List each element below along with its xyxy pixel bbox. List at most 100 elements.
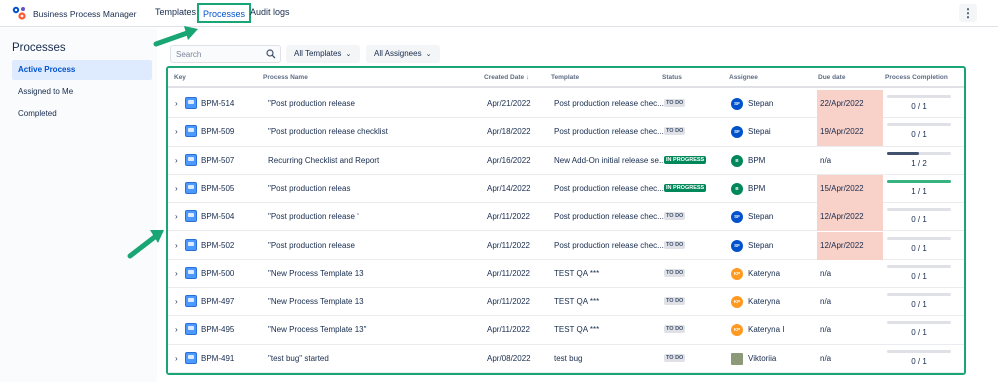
assignee-name: Stepai (748, 127, 771, 137)
status-badge: TO DO (664, 240, 686, 249)
process-name[interactable]: "Post production release (268, 241, 355, 250)
process-key[interactable]: BPM-500 (201, 269, 234, 278)
expand-chevron-icon[interactable]: › (175, 241, 178, 250)
process-type-icon (185, 266, 197, 279)
due-date: 12/Apr/2022 (820, 240, 864, 250)
expand-chevron-icon[interactable]: › (175, 99, 178, 108)
progress-text: 0 / 1 (911, 300, 927, 310)
due-date: n/a (820, 297, 832, 307)
assignee-name: BPM (748, 155, 766, 165)
process-type-icon (185, 210, 197, 223)
expand-chevron-icon[interactable]: › (175, 184, 178, 193)
progress-bar (887, 293, 951, 297)
process-key[interactable]: BPM-497 (201, 297, 234, 306)
expand-chevron-icon[interactable]: › (175, 354, 178, 363)
process-key[interactable]: BPM-502 (201, 241, 234, 250)
sidebar-item-assigned-to-me[interactable]: Assigned to Me (12, 82, 152, 102)
process-key[interactable]: BPM-504 (201, 212, 234, 221)
expand-chevron-icon[interactable]: › (175, 269, 178, 278)
header-status[interactable]: Status (662, 74, 682, 81)
search-icon[interactable] (266, 49, 276, 59)
table-row[interactable]: › BPM-514 "Post production release Apr/21/2… (168, 90, 964, 119)
header-key[interactable]: Key (174, 74, 186, 81)
header-process-completion[interactable]: Process Completion (885, 74, 948, 81)
due-date: n/a (820, 155, 832, 165)
process-key[interactable]: BPM-509 (201, 127, 234, 136)
created-date: Apr/11/2022 (487, 297, 530, 307)
expand-chevron-icon[interactable]: › (175, 156, 178, 165)
search-input[interactable] (171, 46, 263, 62)
status-badge: TO DO (664, 325, 686, 334)
sidebar: Processes Active Process Assigned to Me … (0, 28, 157, 382)
process-name[interactable]: "New Process Template 13" (268, 325, 366, 334)
assignee-name: Viktoriia (748, 353, 777, 363)
process-key[interactable]: BPM-491 (201, 354, 234, 363)
process-name[interactable]: Recurring Checklist and Report (268, 156, 379, 165)
expand-chevron-icon[interactable]: › (175, 325, 178, 334)
nav-processes[interactable]: Processes (197, 3, 252, 23)
process-name[interactable]: "Post production release ‘ (268, 212, 359, 221)
table-row[interactable]: › BPM-504 "Post production release ‘ Apr/11… (168, 203, 964, 232)
header-created-date[interactable]: Created Date ↓ (484, 74, 529, 81)
due-date: n/a (820, 268, 832, 278)
process-name[interactable]: "Post production releas (268, 184, 350, 193)
process-name[interactable]: "Post production release checklist (268, 127, 388, 136)
sidebar-item-completed[interactable]: Completed (12, 104, 152, 124)
due-date: n/a (820, 325, 832, 335)
process-type-icon (185, 323, 197, 336)
table-row[interactable]: › BPM-497 "New Process Template 13 Apr/11/2… (168, 288, 964, 317)
all-templates-label: All Templates (294, 49, 342, 58)
created-date: Apr/16/2022 (487, 155, 531, 165)
table-row[interactable]: › BPM-502 "Post production release Apr/11/2… (168, 231, 964, 260)
process-key[interactable]: BPM-505 (201, 184, 234, 193)
header-assignee[interactable]: Assignee (729, 74, 758, 81)
avatar (731, 352, 743, 365)
created-date: Apr/11/2022 (487, 325, 530, 335)
status-badge: TO DO (664, 127, 686, 136)
header-process-name[interactable]: Process Name (263, 74, 308, 81)
progress-bar-fill (887, 179, 951, 183)
header-due-date[interactable]: Due date (818, 74, 845, 81)
expand-chevron-icon[interactable]: › (175, 212, 178, 221)
expand-chevron-icon[interactable]: › (175, 297, 178, 306)
status-badge: TO DO (664, 99, 686, 107)
process-name[interactable]: "test bug" started (268, 354, 329, 363)
progress-bar (887, 236, 951, 240)
table-row[interactable]: › BPM-491 "test bug" started Apr/08/2022 tes… (168, 345, 964, 373)
status-badge: TO DO (664, 212, 686, 221)
process-type-icon (185, 238, 197, 251)
process-key[interactable]: BPM-495 (201, 325, 234, 334)
process-name[interactable]: "New Process Template 13 (268, 269, 364, 278)
processes-table: Key Process Name Created Date ↓ Template… (166, 66, 966, 375)
process-name[interactable]: "Post production release (268, 99, 355, 108)
progress-text: 0 / 1 (911, 102, 927, 111)
table-row[interactable]: › BPM-505 "Post production releas Apr/14/20… (168, 174, 964, 204)
header-template[interactable]: Template (551, 74, 579, 81)
process-key[interactable]: BPM-514 (201, 99, 234, 108)
more-options-icon[interactable]: ⋮ (959, 4, 977, 22)
progress-bar (887, 349, 951, 353)
status-badge: IN PROGRESS (664, 183, 707, 192)
table-row[interactable]: › BPM-507 Recurring Checklist and Report Ap… (168, 147, 964, 175)
app-logo-icon (12, 6, 26, 20)
table-row[interactable]: › BPM-509 "Post production release checkli… (168, 118, 964, 147)
assignee-name: BPM (748, 183, 766, 193)
nav-audit-logs[interactable]: Audit logs (250, 7, 290, 17)
process-name[interactable]: "New Process Template 13 (268, 297, 364, 306)
status-badge: TO DO (664, 297, 686, 306)
all-assignees-dropdown[interactable]: All Assignees ⌄ (366, 45, 440, 63)
sidebar-item-active-process[interactable]: Active Process (12, 60, 152, 80)
all-templates-dropdown[interactable]: All Templates ⌄ (286, 45, 360, 63)
app-title: Business Process Manager (33, 9, 137, 19)
template-name: Post production release chec... (554, 127, 664, 137)
progress-text: 1 / 2 (911, 158, 927, 168)
due-date: 19/Apr/2022 (820, 127, 864, 137)
table-row[interactable]: › BPM-495 "New Process Template 13" Apr/11/… (168, 316, 964, 345)
process-type-icon (185, 153, 197, 166)
process-key[interactable]: BPM-507 (201, 156, 234, 165)
table-row[interactable]: › BPM-500 "New Process Template 13 Apr/11/2… (168, 260, 964, 289)
expand-chevron-icon[interactable]: › (175, 127, 178, 136)
due-date: 15/Apr/2022 (820, 183, 864, 193)
nav-templates[interactable]: Templates (155, 7, 196, 17)
progress-bar (887, 264, 951, 268)
